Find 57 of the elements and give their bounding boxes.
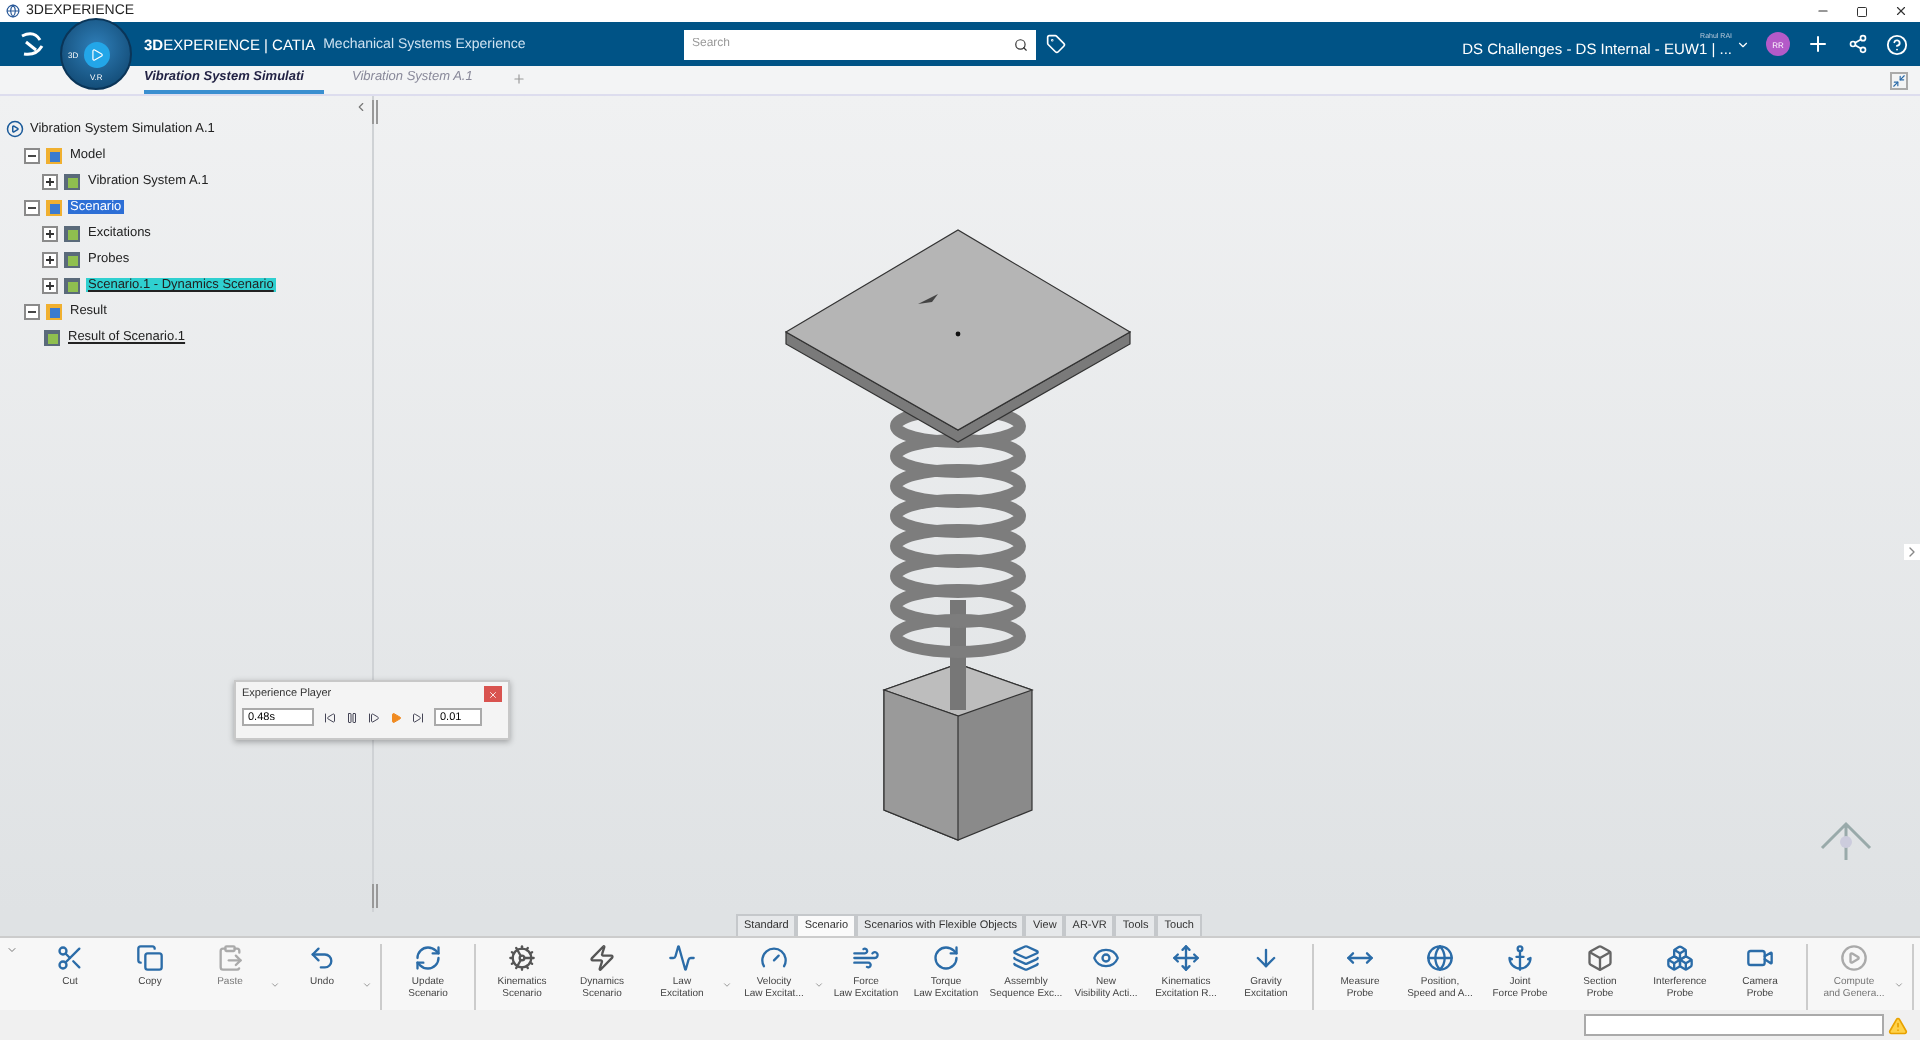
collapse-panel-icon[interactable] (354, 100, 368, 114)
pause-button[interactable] (346, 711, 358, 723)
node-icon (44, 145, 64, 165)
scissors-icon (56, 944, 84, 972)
globe-icon (1426, 944, 1454, 972)
help-icon[interactable] (1886, 33, 1908, 55)
gear-icon (508, 944, 536, 972)
undo-icon (308, 944, 336, 972)
play-icon (89, 47, 103, 61)
expand-toggle[interactable] (42, 251, 58, 267)
lightning-icon (588, 944, 616, 972)
collapse-icon[interactable] (1890, 72, 1908, 90)
node-icon (44, 197, 64, 217)
play-circle-icon (6, 120, 24, 138)
close-icon[interactable] (1894, 4, 1908, 18)
node-icon (62, 275, 82, 295)
node-icon (44, 301, 64, 321)
collapse-toggle[interactable] (24, 199, 40, 215)
node-icon (42, 327, 62, 347)
side-handle-icon[interactable] (1904, 544, 1920, 560)
maximize-icon[interactable] (1856, 5, 1868, 17)
tag-icon[interactable] (1046, 34, 1066, 54)
plus-icon[interactable] (1806, 32, 1830, 56)
expand-toggle[interactable] (42, 277, 58, 293)
paste-icon (216, 944, 244, 972)
minimize-icon[interactable] (1816, 4, 1830, 18)
step-button[interactable] (368, 711, 380, 723)
expand-toggle[interactable] (42, 225, 58, 241)
first-frame-button[interactable] (324, 711, 336, 723)
rotate-icon (932, 944, 960, 972)
move-icon (1172, 944, 1200, 972)
search-icon[interactable] (1014, 37, 1028, 51)
collapse-toggle[interactable] (24, 147, 40, 163)
eye-icon (1092, 944, 1120, 972)
layers-icon (1012, 944, 1040, 972)
close-button[interactable] (484, 686, 502, 702)
node-icon (62, 249, 82, 269)
command-input-field[interactable] (1584, 1014, 1884, 1036)
cubes-icon (1666, 944, 1694, 972)
node-icon (62, 171, 82, 191)
last-frame-button[interactable] (412, 711, 424, 723)
logo-icon (18, 30, 46, 58)
anchor-icon (1506, 944, 1534, 972)
play-circle-icon (1840, 944, 1868, 972)
share-icon[interactable] (1848, 34, 1868, 54)
caret-icon[interactable] (1736, 37, 1750, 51)
refresh-icon (414, 944, 442, 972)
cube-icon (1586, 944, 1614, 972)
app-icon (6, 4, 20, 18)
camera-icon (1746, 944, 1774, 972)
gauge-icon (760, 944, 788, 972)
copy-icon (136, 944, 164, 972)
wind-icon (852, 944, 880, 972)
node-icon (62, 223, 82, 243)
expand-toggle[interactable] (42, 173, 58, 189)
collapse-toggle[interactable] (24, 303, 40, 319)
wave-icon (668, 944, 696, 972)
